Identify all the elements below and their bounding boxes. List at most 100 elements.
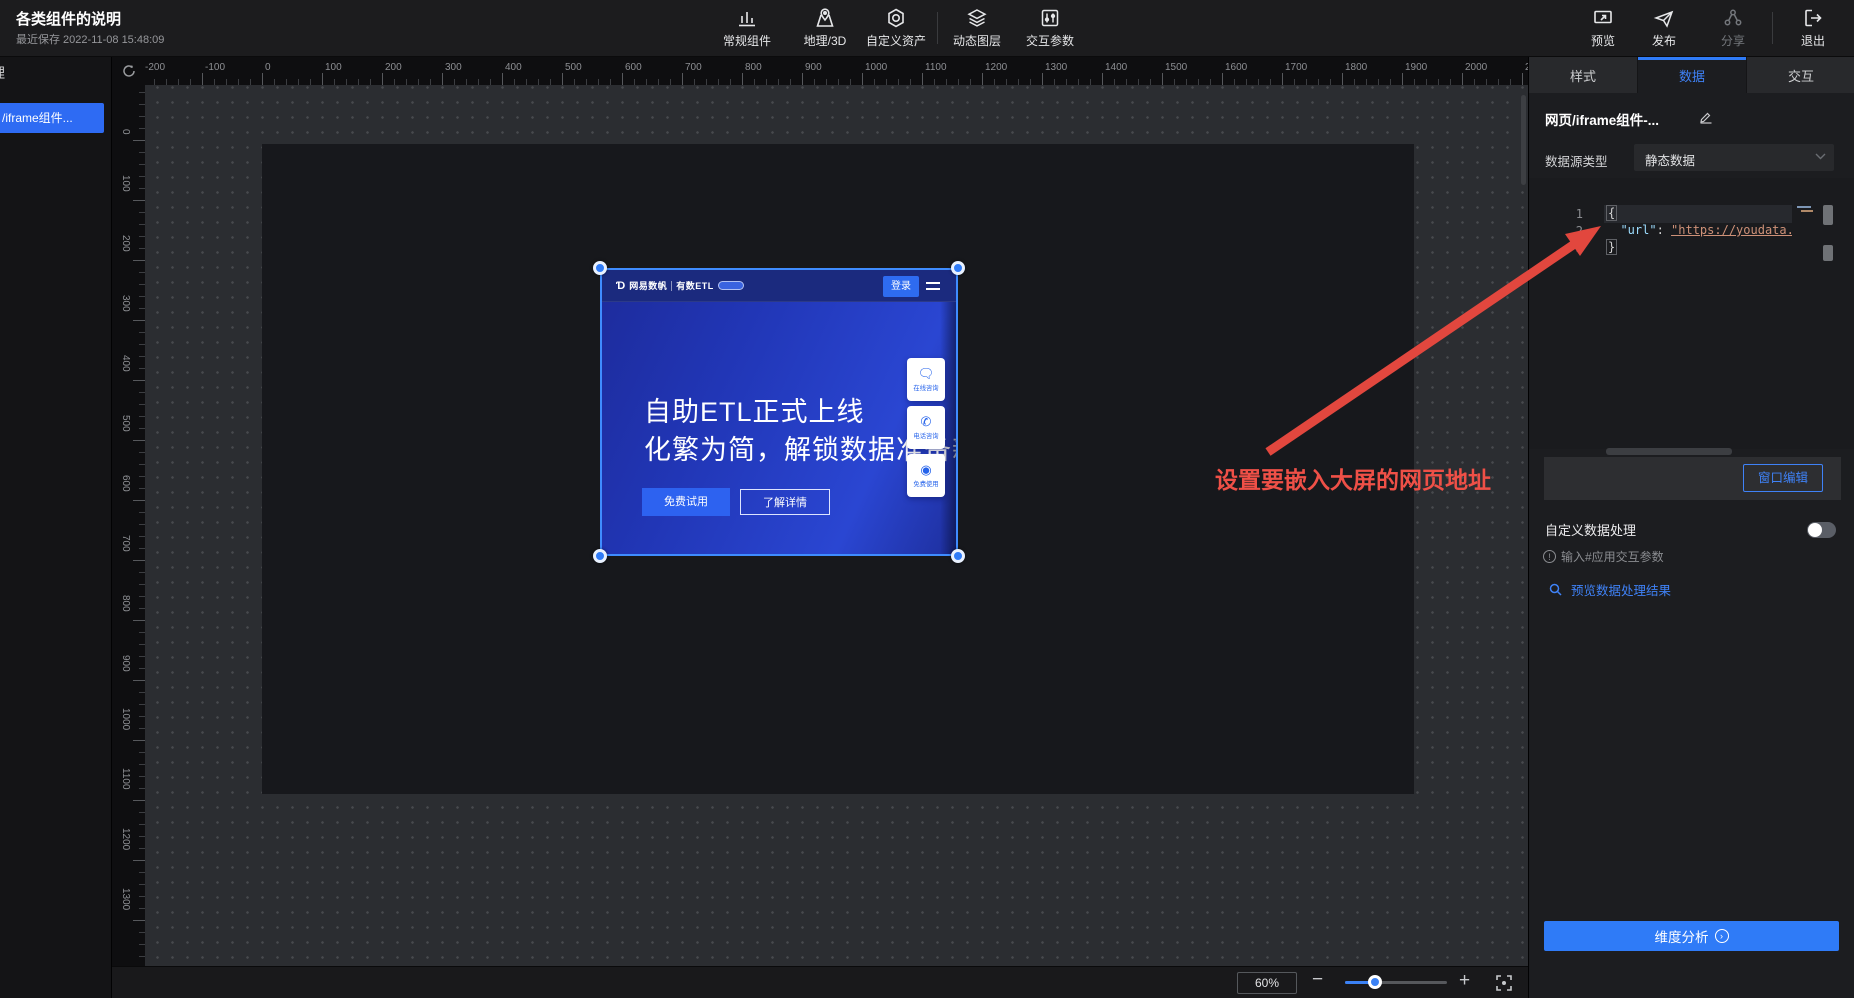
toolbar-label: 地理/3D: [789, 32, 861, 49]
h-ruler-label: 1000: [865, 62, 887, 73]
iframe-component-selected[interactable]: Ɗ 网易数帆 有数ETL 登录 自助ETL正式上线 化繁为简，解锁数据准备新姿势…: [600, 268, 958, 556]
h-ruler-label: 1700: [1285, 62, 1307, 73]
toolbar-item-geo3d[interactable]: 地理/3D: [789, 7, 861, 49]
top-header-bar: 各类组件的说明 最近保存 2022-11-08 15:48:09 常规组件 地理…: [0, 0, 1854, 57]
editor-scrollbar-block[interactable]: [1823, 245, 1833, 261]
toolbar-item-charts[interactable]: 常规组件: [711, 7, 783, 49]
v-ruler-label: 300: [120, 295, 131, 312]
toolbar-label: 退出: [1777, 32, 1849, 49]
horizontal-ruler: -200-10001002003004005006007008009001000…: [112, 57, 1528, 85]
zoom-slider[interactable]: [1345, 981, 1447, 984]
phone-consult-card[interactable]: ✆ 电话咨询: [907, 406, 945, 449]
resize-handle-top-right[interactable]: [951, 261, 965, 275]
dimension-analysis-label: 维度分析: [1655, 926, 1709, 946]
chevron-down-icon: [1815, 153, 1826, 160]
webpage-logo: Ɗ 网易数帆 有数ETL: [616, 279, 744, 292]
rename-pencil-icon[interactable]: [1699, 110, 1713, 124]
code-line-2: "url": "https://youdata.: [1606, 223, 1792, 237]
action-exit[interactable]: 退出: [1777, 7, 1849, 49]
h-ruler-label: 100: [325, 62, 342, 73]
h-ruler-label: 1100: [925, 62, 947, 73]
v-ruler-label: 1300: [120, 888, 131, 910]
float-label: 在线咨询: [913, 383, 938, 392]
window-edit-button[interactable]: 窗口编辑: [1743, 464, 1823, 492]
chat-icon: 🗨: [918, 367, 935, 380]
header-divider: [1772, 12, 1773, 44]
datasource-type-label: 数据源类型: [1545, 151, 1608, 170]
h-ruler-label: 1600: [1225, 62, 1247, 73]
v-ruler-label: 400: [120, 355, 131, 372]
tab-style[interactable]: 样式: [1529, 57, 1638, 93]
canvas-vertical-scrollbar[interactable]: [1521, 95, 1526, 185]
toolbar-item-interaction-params[interactable]: 交互参数: [1014, 7, 1086, 49]
toolbar-divider: [937, 12, 938, 44]
h-ruler-label: 1300: [1045, 62, 1067, 73]
v-ruler-label: 600: [120, 475, 131, 492]
layer-item-iframe-selected[interactable]: /iframe组件...: [0, 103, 104, 133]
static-data-code-editor[interactable]: 1 2 3 { "url": "https://youdata. }: [1529, 178, 1854, 449]
webpage-headline-1: 自助ETL正式上线: [644, 390, 865, 429]
line-number: 3: [1565, 241, 1583, 255]
v-ruler-label: 500: [120, 415, 131, 432]
datasource-type-select[interactable]: 静态数据: [1634, 144, 1834, 171]
hint-row: ! 输入#应用交互参数: [1543, 548, 1664, 565]
login-button[interactable]: 登录: [883, 276, 919, 297]
v-ruler-label: 1100: [120, 768, 131, 790]
resize-handle-bottom-left[interactable]: [593, 549, 607, 563]
zoom-out-button[interactable]: −: [1312, 969, 1323, 991]
ruler-reset-corner[interactable]: [112, 57, 145, 85]
code-line-1: {: [1606, 206, 1617, 220]
float-label: 电话咨询: [913, 431, 938, 440]
h-ruler-label: 800: [745, 62, 762, 73]
sliders-icon: [1014, 7, 1086, 29]
h-ruler-label: 1400: [1105, 62, 1127, 73]
search-icon: [1549, 583, 1562, 596]
h-ruler-label: 500: [565, 62, 582, 73]
action-publish[interactable]: 发布: [1628, 7, 1700, 49]
toolbar-label: 动态图层: [941, 32, 1013, 49]
editor-minimap: [1795, 204, 1817, 268]
hint-text: 输入#应用交互参数: [1561, 548, 1664, 565]
preview-result-link[interactable]: 预览数据处理结果: [1549, 580, 1671, 599]
custom-processing-toggle[interactable]: [1807, 522, 1836, 538]
free-use-card[interactable]: ◉ 免费使用: [907, 454, 945, 497]
reset-view-icon: [122, 64, 136, 78]
zoom-in-button[interactable]: +: [1459, 970, 1470, 992]
v-ruler-label: 1200: [120, 828, 131, 850]
editor-horizontal-scrollbar[interactable]: [1606, 448, 1732, 455]
free-trial-button[interactable]: 免费试用: [642, 488, 730, 516]
h-ruler-label: -100: [205, 62, 225, 73]
h-ruler-label: 600: [625, 62, 642, 73]
fit-to-screen-icon[interactable]: [1494, 973, 1514, 993]
hamburger-menu-icon[interactable]: [926, 282, 940, 290]
line-number: 2: [1565, 224, 1583, 238]
toolbar-label: 交互参数: [1014, 32, 1086, 49]
toggle-knob: [1808, 523, 1822, 537]
v-ruler-label: 800: [120, 595, 131, 612]
code-line-3: }: [1606, 240, 1617, 254]
action-share[interactable]: 分享: [1697, 7, 1769, 49]
resize-handle-bottom-right[interactable]: [951, 549, 965, 563]
tab-data[interactable]: 数据: [1638, 57, 1747, 93]
h-ruler-label: 400: [505, 62, 522, 73]
dimension-analysis-button[interactable]: 维度分析 ›: [1544, 921, 1839, 951]
vertical-ruler: 0100200300400500600700800900100011001200…: [112, 85, 145, 966]
online-consult-card[interactable]: 🗨 在线咨询: [907, 358, 945, 401]
editor-current-line-highlight: [1604, 205, 1792, 223]
toolbar-item-dynamic-layers[interactable]: 动态图层: [941, 7, 1013, 49]
float-label: 免费使用: [913, 479, 938, 488]
resize-handle-top-left[interactable]: [593, 261, 607, 275]
v-ruler-label: 0: [120, 129, 131, 135]
editor-scrollbar-block[interactable]: [1823, 205, 1833, 225]
line-number: 1: [1565, 207, 1583, 221]
floating-contact-bar: 🗨 在线咨询 ✆ 电话咨询 ◉ 免费使用: [907, 358, 945, 497]
zoom-slider-knob[interactable]: [1368, 975, 1382, 989]
zoom-percent-field[interactable]: 60%: [1237, 972, 1297, 994]
learn-more-button[interactable]: 了解详情: [740, 489, 830, 515]
preview-result-text: 预览数据处理结果: [1571, 580, 1671, 599]
logo-mark-icon: Ɗ: [616, 280, 625, 292]
h-ruler-label: -200: [145, 62, 165, 73]
h-ruler-label: 300: [445, 62, 462, 73]
toolbar-item-custom-assets[interactable]: 自定义资产: [860, 7, 932, 49]
tab-interaction[interactable]: 交互: [1747, 57, 1854, 93]
